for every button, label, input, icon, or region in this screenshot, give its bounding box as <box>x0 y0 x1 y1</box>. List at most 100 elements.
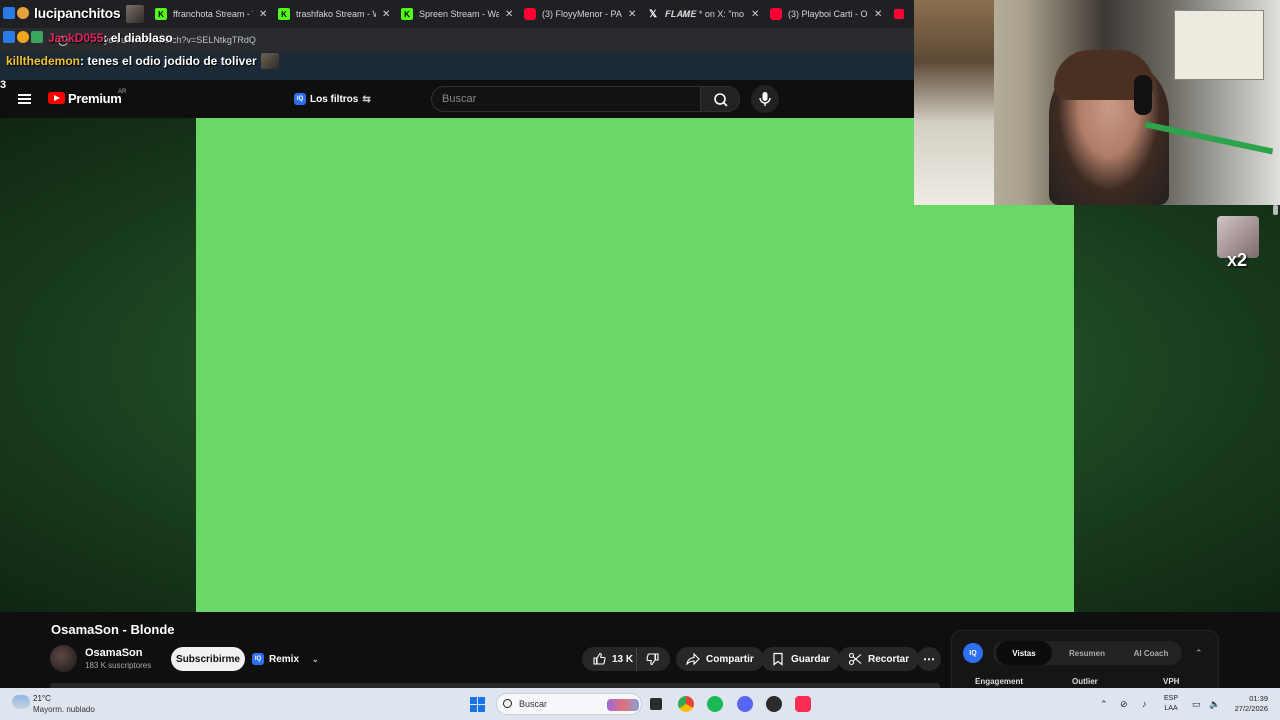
close-tab-icon[interactable]: ✕ <box>628 9 636 20</box>
webcam-shelf <box>914 0 994 205</box>
tab-title: ffranchota Stream - W <box>173 9 253 19</box>
iq-icon: IQ <box>963 643 983 663</box>
kick-icon: K <box>278 8 290 20</box>
voice-search-button[interactable] <box>751 85 779 113</box>
subscriber-count: 183 K suscriptores <box>85 661 152 670</box>
more-actions-icon[interactable]: ⋯ <box>917 647 941 671</box>
browser-tab[interactable]: K trashfako Stream - W ✕ <box>278 4 390 24</box>
overlay-badge-icon <box>3 7 15 19</box>
clock-time: 01:39 <box>1249 694 1268 703</box>
system-clock[interactable]: 01:39 27/2/2026 <box>1224 694 1268 714</box>
youtube-logo-icon[interactable] <box>48 92 65 104</box>
close-tab-icon[interactable]: ✕ <box>382 9 390 20</box>
chat-text: : tenes el odio jodido de toliver <box>80 54 257 68</box>
share-icon <box>686 652 700 666</box>
display-icon[interactable]: ▭ <box>1192 699 1201 710</box>
search-input[interactable]: Buscar <box>431 86 701 112</box>
microphone-icon[interactable]: ♪ <box>1142 699 1147 709</box>
menu-icon[interactable] <box>18 94 31 104</box>
channel-name[interactable]: OsamaSon <box>85 647 142 659</box>
language-indicator[interactable]: ESP LAA <box>1164 694 1178 714</box>
chrome-icon[interactable] <box>678 696 694 712</box>
thumbs-down-icon <box>646 653 659 666</box>
like-count: 13 K <box>612 653 634 665</box>
chevron-up-icon[interactable]: ⌃ <box>1100 699 1108 710</box>
microphone-icon <box>759 92 771 106</box>
iq-icon: IQ <box>294 93 306 105</box>
youtube-icon <box>524 8 536 20</box>
column-outlier: Outlier <box>1072 677 1098 686</box>
tiktok-icon[interactable] <box>795 696 811 712</box>
temperature[interactable]: 21°C <box>33 694 51 703</box>
remix-label: Remix <box>269 653 300 665</box>
youtube-icon <box>770 8 782 20</box>
browser-tab[interactable]: (3) FloyyMenor - PA ✕ <box>524 4 636 24</box>
like-button[interactable]: 13 K <box>582 647 642 671</box>
search-icon <box>714 93 728 107</box>
bookmark-icon <box>773 652 783 666</box>
chat-username: killthedemon <box>6 54 81 68</box>
webcam-poster <box>1174 10 1264 80</box>
file-explorer-icon[interactable] <box>648 696 664 712</box>
subscribe-button[interactable]: Subscribirme <box>171 647 245 671</box>
weather-icon[interactable] <box>12 695 30 709</box>
weather-description[interactable]: Mayorm. nublado <box>33 705 95 714</box>
tab-resumen[interactable]: Resumen <box>1058 641 1116 665</box>
close-tab-icon[interactable]: ✕ <box>874 9 882 20</box>
remix-button[interactable]: IQ Remix ⌄ <box>252 647 319 671</box>
save-button[interactable]: Guardar <box>761 647 840 671</box>
tab-ai-coach[interactable]: AI Coach <box>1122 641 1180 665</box>
sliders-icon: ⇆ <box>362 93 371 105</box>
network-icon[interactable]: ⊘ <box>1120 699 1128 710</box>
close-tab-icon[interactable]: ✕ <box>751 9 759 20</box>
obs-icon[interactable] <box>766 696 782 712</box>
discord-icon[interactable] <box>737 696 753 712</box>
tab-title: Spreen Stream - Wat <box>419 9 499 19</box>
clip-button[interactable]: Recortar <box>838 647 920 671</box>
overlay-multiplier: x2 <box>1227 250 1248 270</box>
kick-icon: K <box>401 8 413 20</box>
browser-tab[interactable]: 𝕏 𝑭𝑳𝑨𝑴𝑬 * on X: "mo ✕ <box>647 4 759 24</box>
tab-title: trashfako Stream - W <box>296 9 376 19</box>
chevron-up-icon[interactable]: ⌃ <box>1195 648 1203 659</box>
streamer-name: lucipanchitos <box>34 5 121 21</box>
thumbs-up-icon <box>593 652 606 665</box>
tab-title: (3) Playboi Carti - OP <box>788 9 868 19</box>
screen: K ffranchota Stream - W ✕ K trashfako St… <box>0 0 1280 720</box>
tab-vistas[interactable]: Vistas <box>996 641 1052 665</box>
iq-icon: IQ <box>252 653 264 665</box>
video-title: OsamaSon - Blonde <box>51 622 175 637</box>
close-tab-icon[interactable]: ✕ <box>505 9 513 20</box>
browser-tab[interactable]: K ffranchota Stream - W ✕ <box>155 4 267 24</box>
tab-title: 𝑭𝑳𝑨𝑴𝑬 * on X: "mo <box>665 8 745 19</box>
share-button[interactable]: Compartir <box>676 647 764 671</box>
browser-tab[interactable]: (3) Playboi Carti - OP ✕ <box>770 4 882 24</box>
chat-message: JackD055: el diablaso <box>48 31 173 45</box>
scissors-icon <box>848 652 862 666</box>
keyboard-layout: LAA <box>1164 705 1178 712</box>
scrollbar[interactable] <box>1273 205 1278 215</box>
search-icon <box>503 699 512 708</box>
youtube-icon[interactable] <box>894 9 904 19</box>
volume-icon[interactable]: 🔈 <box>1209 699 1220 710</box>
column-engagement: Engagement <box>975 677 1024 686</box>
clip-label: Recortar <box>868 653 910 665</box>
spotify-icon[interactable] <box>707 696 723 712</box>
brand-label[interactable]: Premium <box>68 91 122 106</box>
share-label: Compartir <box>706 653 754 665</box>
browser-tab[interactable]: K Spreen Stream - Wat ✕ <box>401 4 513 24</box>
search-button[interactable] <box>700 86 740 112</box>
dislike-button[interactable] <box>636 647 670 671</box>
filters-label: Los filtros <box>310 93 359 105</box>
x-icon: 𝕏 <box>648 8 658 20</box>
overlay-badge-icon <box>17 7 29 19</box>
chat-badge-icon <box>3 31 15 43</box>
close-tab-icon[interactable]: ✕ <box>259 9 267 20</box>
chat-username: JackD055 <box>48 31 104 45</box>
clock-date: 27/2/2026 <box>1234 704 1268 713</box>
save-label: Guardar <box>791 653 830 665</box>
channel-avatar[interactable] <box>50 645 77 672</box>
chat-emote <box>260 53 279 69</box>
filters-button[interactable]: IQ Los filtros ⇆ <box>294 89 371 109</box>
windows-start-icon[interactable] <box>470 697 485 712</box>
